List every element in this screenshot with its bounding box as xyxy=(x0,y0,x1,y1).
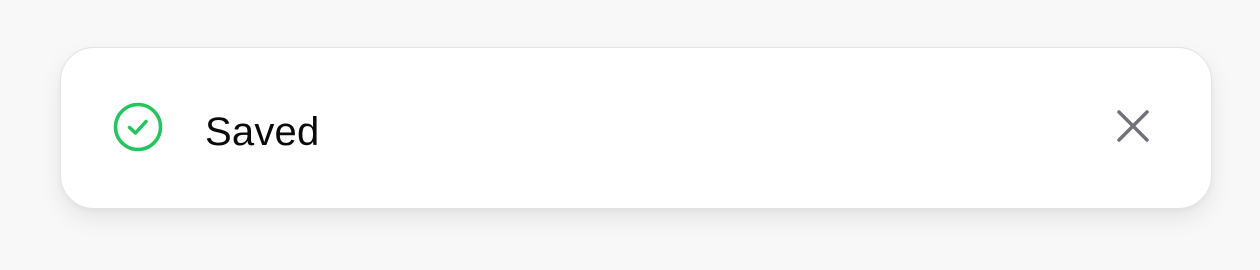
toast-message: Saved xyxy=(205,110,320,154)
toast-notification: Saved xyxy=(60,47,1212,209)
check-circle-icon xyxy=(113,102,163,152)
close-icon xyxy=(1115,108,1151,144)
close-button[interactable] xyxy=(1107,100,1159,152)
